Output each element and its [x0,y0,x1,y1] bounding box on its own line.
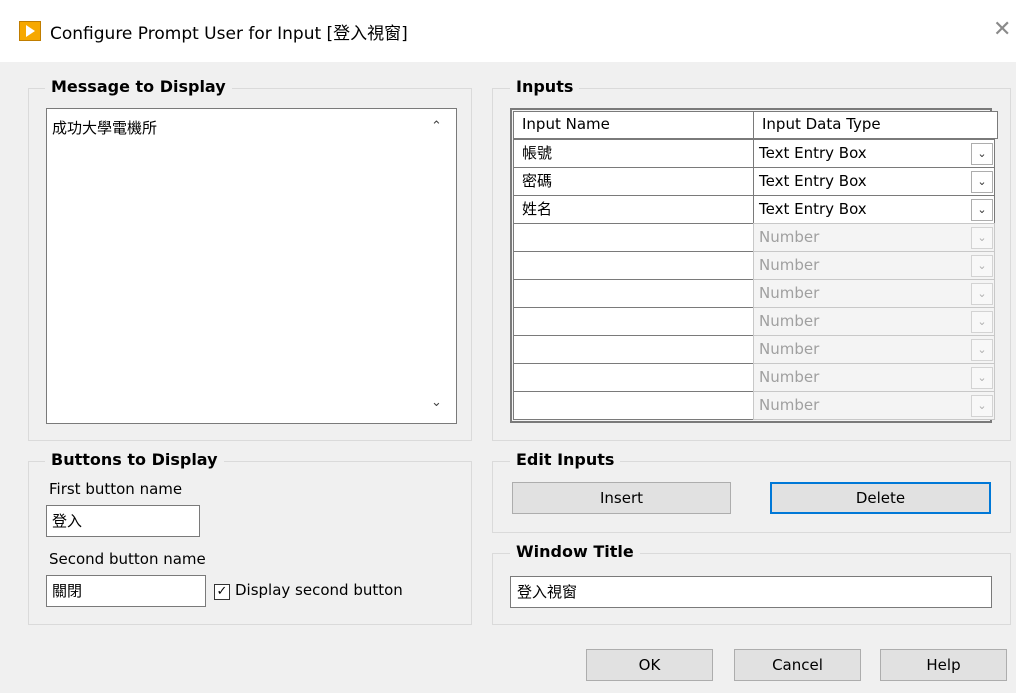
input-type-select: Number ⌄ [753,251,995,280]
input-type-select: Number ⌄ [753,223,995,252]
input-name-cell[interactable] [513,363,759,392]
display-second-button-checkbox[interactable]: ✓ [214,584,230,600]
input-type-select: Number ⌄ [753,279,995,308]
insert-button[interactable]: Insert [512,482,731,514]
scroll-down-icon[interactable]: ⌄ [431,395,442,410]
input-type-value: Text Entry Box [759,144,867,162]
input-type-select: Number ⌄ [753,391,995,420]
second-button-value: 關閉 [52,582,83,600]
input-name-cell[interactable]: 帳號 [513,139,759,168]
input-type-value: Text Entry Box [759,172,867,190]
input-name-cell[interactable] [513,251,759,280]
input-type-select: Number ⌄ [753,363,995,392]
cancel-button[interactable]: Cancel [734,649,861,681]
input-type-value: Number [759,340,820,358]
input-name-cell[interactable] [513,335,759,364]
input-type-select[interactable]: Text Entry Box ⌄ [753,167,995,196]
input-name-cell[interactable]: 姓名 [513,195,759,224]
input-type-select: Number ⌄ [753,335,995,364]
message-legend: Message to Display [45,77,232,96]
chevron-down-icon[interactable]: ⌄ [971,171,993,193]
first-button-name-input[interactable]: 登入 [46,505,200,537]
input-type-value: Number [759,312,820,330]
input-type-value: Number [759,256,820,274]
input-type-value: Number [759,368,820,386]
inputs-table: Input Name Input Data Type 帳號 Text Entry … [510,108,998,423]
input-type-value: Number [759,396,820,414]
labview-app-icon [19,21,41,41]
input-name-cell[interactable] [513,223,759,252]
chevron-down-icon: ⌄ [971,395,993,417]
window-title-legend: Window Title [510,542,640,561]
input-type-value: Number [759,228,820,246]
column-header-type: Input Data Type [753,111,998,139]
scroll-up-icon[interactable]: ⌃ [431,119,442,134]
message-text: 成功大學電機所 [52,119,158,137]
buttons-legend: Buttons to Display [45,450,224,469]
message-textarea[interactable]: 成功大學電機所 ⌃ ⌄ [46,108,457,424]
chevron-down-icon: ⌄ [971,311,993,333]
second-button-name-input[interactable]: 關閉 [46,575,206,607]
chevron-down-icon[interactable]: ⌄ [971,199,993,221]
chevron-down-icon: ⌄ [971,227,993,249]
help-button[interactable]: Help [880,649,1007,681]
input-name-cell[interactable] [513,307,759,336]
close-icon[interactable]: ✕ [993,17,1011,42]
chevron-down-icon[interactable]: ⌄ [971,143,993,165]
input-name-cell[interactable] [513,279,759,308]
chevron-down-icon: ⌄ [971,367,993,389]
input-name-cell[interactable]: 密碼 [513,167,759,196]
column-header-name: Input Name [513,111,759,139]
ok-button[interactable]: OK [586,649,713,681]
chevron-down-icon: ⌄ [971,255,993,277]
delete-button[interactable]: Delete [770,482,991,514]
input-name-cell[interactable] [513,391,759,420]
display-second-button-label: Display second button [235,581,403,599]
input-type-value: Text Entry Box [759,200,867,218]
input-type-select[interactable]: Text Entry Box ⌄ [753,195,995,224]
first-button-value: 登入 [52,512,83,530]
edit-inputs-legend: Edit Inputs [510,450,621,469]
window-title-input[interactable]: 登入視窗 [510,576,992,608]
chevron-down-icon: ⌄ [971,283,993,305]
inputs-legend: Inputs [510,77,580,96]
first-button-label: First button name [49,480,183,498]
window-title-value: 登入視窗 [517,583,578,601]
second-button-label: Second button name [49,550,206,568]
input-type-value: Number [759,284,820,302]
window-title: Configure Prompt User for Input [登入視窗] [50,24,408,44]
input-type-select: Number ⌄ [753,307,995,336]
chevron-down-icon: ⌄ [971,339,993,361]
input-type-select[interactable]: Text Entry Box ⌄ [753,139,995,168]
